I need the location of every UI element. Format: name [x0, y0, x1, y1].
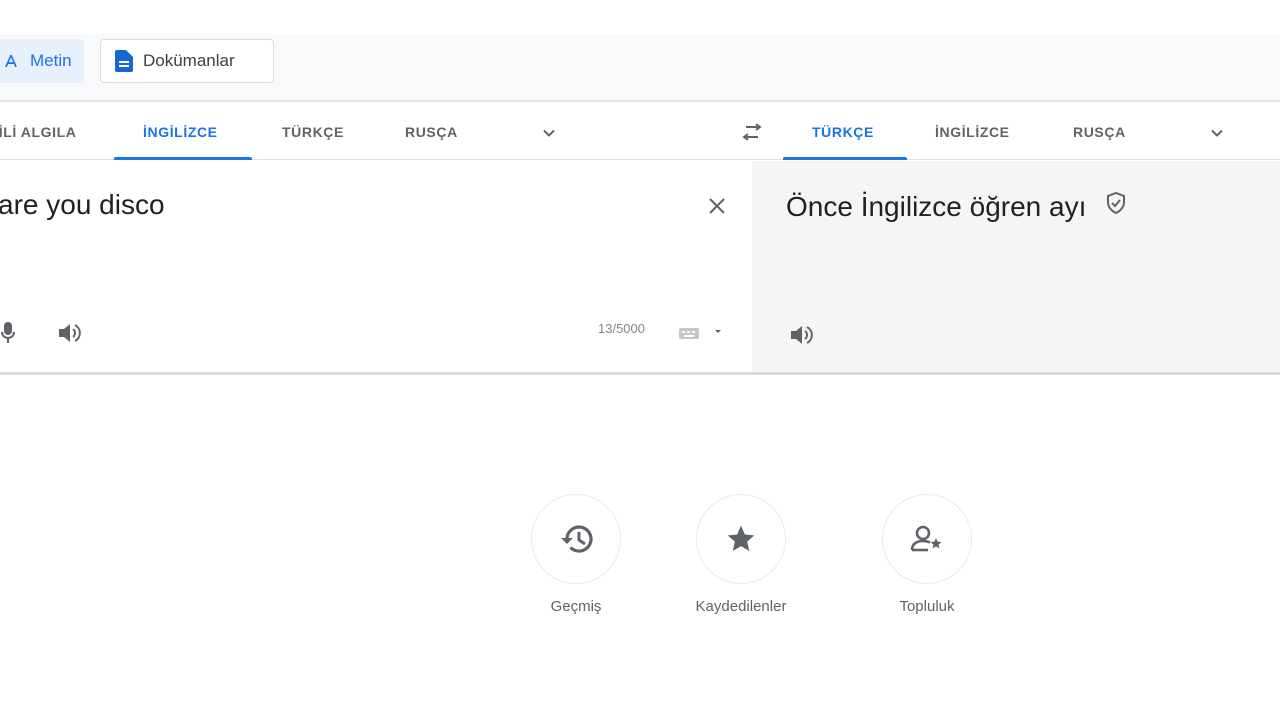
translation-text-value: Önce İngilizce öğren ayı: [786, 191, 1087, 222]
tab-source-english-label: İNGİLİZCE: [143, 124, 218, 140]
history-circle: [531, 494, 621, 584]
source-active-underline: [114, 157, 252, 160]
tab-target-turkish-label: TÜRKÇE: [812, 124, 874, 140]
saved-label: Kaydedilenler: [695, 598, 787, 615]
swap-icon: [742, 123, 762, 141]
star-icon: [727, 525, 755, 551]
translate-icon: [2, 52, 20, 70]
tab-target-turkish[interactable]: TÜRKÇE: [812, 104, 874, 160]
tab-detect-language-label: DİLİ ALGILA: [0, 124, 77, 140]
mode-bar: Metin Dokümanlar: [0, 34, 1280, 102]
text-mode-button[interactable]: Metin: [0, 39, 84, 83]
panels-divider: [0, 372, 1280, 375]
community-icon: [910, 525, 942, 552]
tab-source-turkish[interactable]: TÜRKÇE: [282, 104, 344, 160]
chevron-down-icon: [1211, 129, 1223, 137]
clear-source-button[interactable]: [702, 191, 732, 221]
tab-detect-language[interactable]: DİLİ ALGILA: [0, 104, 77, 160]
speaker-icon: [59, 324, 81, 342]
saved-circle: [696, 494, 786, 584]
listen-translation-button[interactable]: [786, 321, 816, 349]
tab-target-english[interactable]: İNGİLİZCE: [935, 104, 1010, 160]
source-more-languages-button[interactable]: [534, 118, 564, 148]
document-icon: [115, 50, 133, 72]
close-icon: [709, 198, 725, 214]
listen-source-button[interactable]: [54, 319, 84, 347]
translation-text: Önce İngilizce öğren ayı: [786, 189, 1126, 223]
community-label: Topluluk: [899, 598, 955, 615]
text-mode-label: Metin: [30, 51, 72, 70]
community-button[interactable]: Topluluk: [857, 494, 997, 615]
saved-button[interactable]: Kaydedilenler: [671, 494, 811, 615]
speaker-icon: [791, 326, 813, 344]
language-bar: DİLİ ALGILA İNGİLİZCE TÜRKÇE RUSÇA TÜRKÇ…: [0, 104, 1280, 160]
input-tools-button[interactable]: [674, 321, 726, 345]
tab-target-english-label: İNGİLİZCE: [935, 124, 1010, 140]
tab-source-turkish-label: TÜRKÇE: [282, 124, 344, 140]
history-label: Geçmiş: [550, 598, 602, 615]
character-counter: 13/5000: [598, 321, 645, 336]
keyboard-icon: [679, 328, 721, 339]
documents-mode-label: Dokümanlar: [143, 51, 235, 70]
verified-shield-icon[interactable]: [1106, 189, 1126, 221]
documents-mode-button[interactable]: Dokümanlar: [100, 39, 274, 83]
target-active-underline: [783, 157, 907, 160]
source-text-input[interactable]: are you disco: [0, 189, 165, 221]
source-panel: are you disco 13/5000: [0, 161, 752, 373]
tab-target-russian[interactable]: RUSÇA: [1073, 104, 1126, 160]
target-more-languages-button[interactable]: [1202, 118, 1232, 148]
voice-input-button[interactable]: [0, 319, 22, 347]
microphone-icon: [1, 322, 15, 343]
tab-source-russian[interactable]: RUSÇA: [405, 104, 458, 160]
history-button[interactable]: Geçmiş: [506, 494, 646, 615]
history-icon: [561, 525, 593, 553]
tab-source-russian-label: RUSÇA: [405, 124, 458, 140]
community-circle: [882, 494, 972, 584]
tab-target-russian-label: RUSÇA: [1073, 124, 1126, 140]
swap-languages-button[interactable]: [736, 118, 768, 148]
chevron-down-icon: [543, 129, 555, 137]
target-panel: Önce İngilizce öğren ayı: [752, 161, 1280, 373]
tab-source-english[interactable]: İNGİLİZCE: [143, 104, 218, 160]
